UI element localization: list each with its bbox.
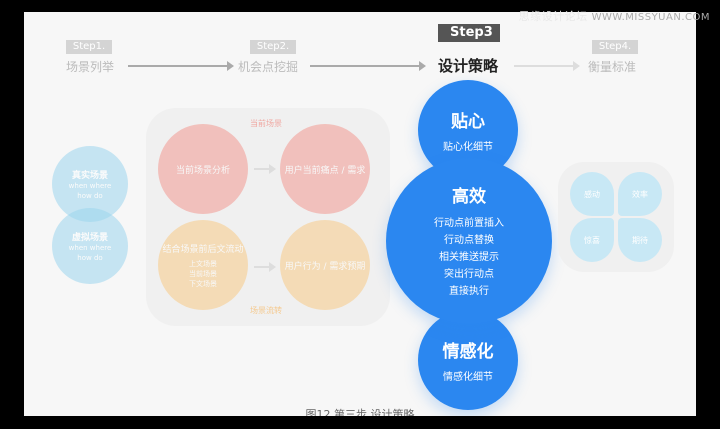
step4-tag: Step4. [592,40,638,54]
current-scene-analysis-text: 当前场景分析 [175,165,230,176]
diagram-canvas: Step1. 场景列举 Step2. 机会点挖掘 Step3 设计策略 Step… [24,12,696,416]
scene-flow-label: 场景流转 [250,306,282,315]
virtual-scene-line1: when where [68,243,112,252]
user-pain-points-node: 用户当前痛点 / 需求 [280,124,370,214]
virtual-scene-title: 虚拟场景 [71,232,108,243]
real-scene-line2: how do [77,191,103,200]
combined-scene-node: 结合场景前后文流动 上文场景 当前场景 下文场景 [158,220,248,310]
efficient-title: 高效 [452,187,486,207]
efficient-item: 行动点替换 [444,235,494,246]
step2-tag: Step2. [250,40,296,54]
step-arrow-2 [310,61,426,71]
user-behavior-node: 用户行为 / 需求预期 [280,220,370,310]
step-arrow-1 [128,61,234,71]
caring-sub: 贴心化细节 [443,142,493,153]
step3-name: 设计策略 [437,57,498,75]
step4-name: 衡量标准 [587,60,636,74]
virtual-scene-line2: how do [77,253,103,262]
emotional-circle: 情感化 情感化细节 [418,310,518,410]
step2-name: 机会点挖掘 [237,60,298,74]
watermark-url: WWW.MISSYUAN.COM [591,12,710,23]
measure-moved: 感动 [570,172,614,216]
context-note-3: 下文场景 [189,279,217,288]
efficient-item: 行动点前置插入 [434,218,504,229]
emotional-title: 情感化 [442,342,494,362]
virtual-scene-circle: 虚拟场景 when where how do [52,208,128,284]
context-note-2: 当前场景 [189,269,217,278]
step1-tag: Step1. [66,40,112,54]
user-pain-points-text: 用户当前痛点 / 需求 [284,165,366,176]
watermark: 思缘设计论坛 WWW.MISSYUAN.COM [519,8,710,24]
figure-caption: 图12 第三步 设计策略 [305,408,415,416]
user-behavior-text: 用户行为 / 需求预期 [284,261,366,272]
watermark-text: 思缘设计论坛 [518,10,588,23]
efficient-item: 相关推送提示 [439,252,499,263]
measure-efficiency: 效率 [618,172,662,216]
step-arrow-3 [514,61,580,71]
combined-scene-text: 结合场景前后文流动 [162,244,244,255]
measure-expectation: 期待 [618,218,662,262]
real-scene-line1: when where [68,181,112,190]
mid-arrow-top [254,164,276,174]
real-scene-title: 真实场景 [71,170,108,181]
efficient-item: 直接执行 [449,286,489,297]
efficient-item: 突出行动点 [444,269,494,280]
efficient-circle: 高效 行动点前置插入 行动点替换 相关推送提示 突出行动点 直接执行 [386,158,552,324]
current-scene-analysis-node: 当前场景分析 [158,124,248,214]
emotional-sub: 情感化细节 [443,372,493,383]
mid-arrow-bottom [254,262,276,272]
context-note-1: 上文场景 [189,259,217,268]
efficient-list: 行动点前置插入 行动点替换 相关推送提示 突出行动点 直接执行 [434,215,504,300]
step1-name: 场景列举 [65,60,114,74]
step3-tag: Step3 [438,24,500,42]
measure-surprise: 惊喜 [570,218,614,262]
caring-title: 贴心 [451,112,485,132]
current-scene-label: 当前场景 [250,119,282,128]
